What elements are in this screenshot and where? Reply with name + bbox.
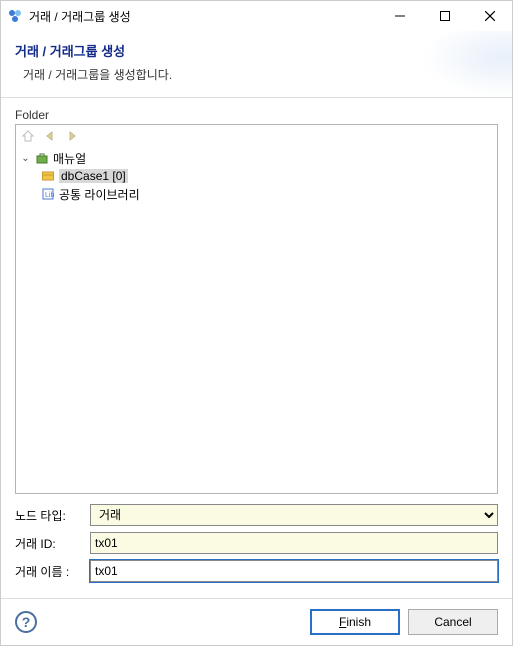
finish-button[interactable]: Finish (310, 609, 400, 635)
label-tx-id: 거래 ID: (15, 535, 90, 552)
expand-icon[interactable]: ⌄ (20, 153, 31, 164)
row-tx-id: 거래 ID: (15, 532, 498, 554)
tx-id-input[interactable] (90, 532, 498, 554)
window-title: 거래 / 거래그룹 생성 (29, 8, 377, 25)
minimize-button[interactable] (377, 1, 422, 31)
back-icon[interactable] (42, 128, 58, 144)
dialog-header: 거래 / 거래그룹 생성 거래 / 거래그룹을 생성합니다. (1, 31, 512, 98)
tree-node-label: 매뉴얼 (53, 150, 86, 167)
node-type-select[interactable]: 거래 (90, 504, 498, 526)
label-node-type: 노드 타입: (15, 507, 90, 524)
header-title: 거래 / 거래그룹 생성 (15, 41, 498, 60)
library-icon: Lib (40, 186, 56, 202)
briefcase-icon (34, 150, 50, 166)
tree-node-dbcase[interactable]: dbCase1 [0] (18, 167, 495, 185)
tree-node-library[interactable]: Lib 공통 라이브러리 (18, 185, 495, 203)
dialog-window: 거래 / 거래그룹 생성 거래 / 거래그룹 생성 거래 / 거래그룹을 생성합… (0, 0, 513, 646)
tree-toolbar (16, 125, 497, 147)
forward-icon[interactable] (64, 128, 80, 144)
app-icon (7, 8, 23, 24)
cancel-button[interactable]: Cancel (408, 609, 498, 635)
dialog-footer: ? Finish Cancel (1, 598, 512, 645)
case-icon (40, 168, 56, 184)
folder-label: Folder (15, 108, 498, 122)
folder-tree[interactable]: ⌄ 매뉴얼 dbCase1 [0] Lib 공통 라이브러리 (16, 147, 497, 205)
svg-text:Lib: Lib (45, 192, 54, 199)
form-section: 노드 타입: 거래 거래 ID: 거래 이름 : (15, 504, 498, 588)
header-subtitle: 거래 / 거래그룹을 생성합니다. (15, 66, 498, 83)
tree-node-label: 공통 라이브러리 (59, 186, 140, 203)
label-tx-name: 거래 이름 : (15, 563, 90, 580)
tree-node-label: dbCase1 [0] (59, 169, 128, 183)
close-button[interactable] (467, 1, 512, 31)
tree-node-root[interactable]: ⌄ 매뉴얼 (18, 149, 495, 167)
folder-tree-panel: ⌄ 매뉴얼 dbCase1 [0] Lib 공통 라이브러리 (15, 124, 498, 494)
tx-name-input[interactable] (90, 560, 498, 582)
row-tx-name: 거래 이름 : (15, 560, 498, 582)
help-icon[interactable]: ? (15, 611, 37, 633)
home-icon[interactable] (20, 128, 36, 144)
row-node-type: 노드 타입: 거래 (15, 504, 498, 526)
maximize-button[interactable] (422, 1, 467, 31)
titlebar: 거래 / 거래그룹 생성 (1, 1, 512, 31)
dialog-body: Folder ⌄ 매뉴얼 (1, 98, 512, 598)
